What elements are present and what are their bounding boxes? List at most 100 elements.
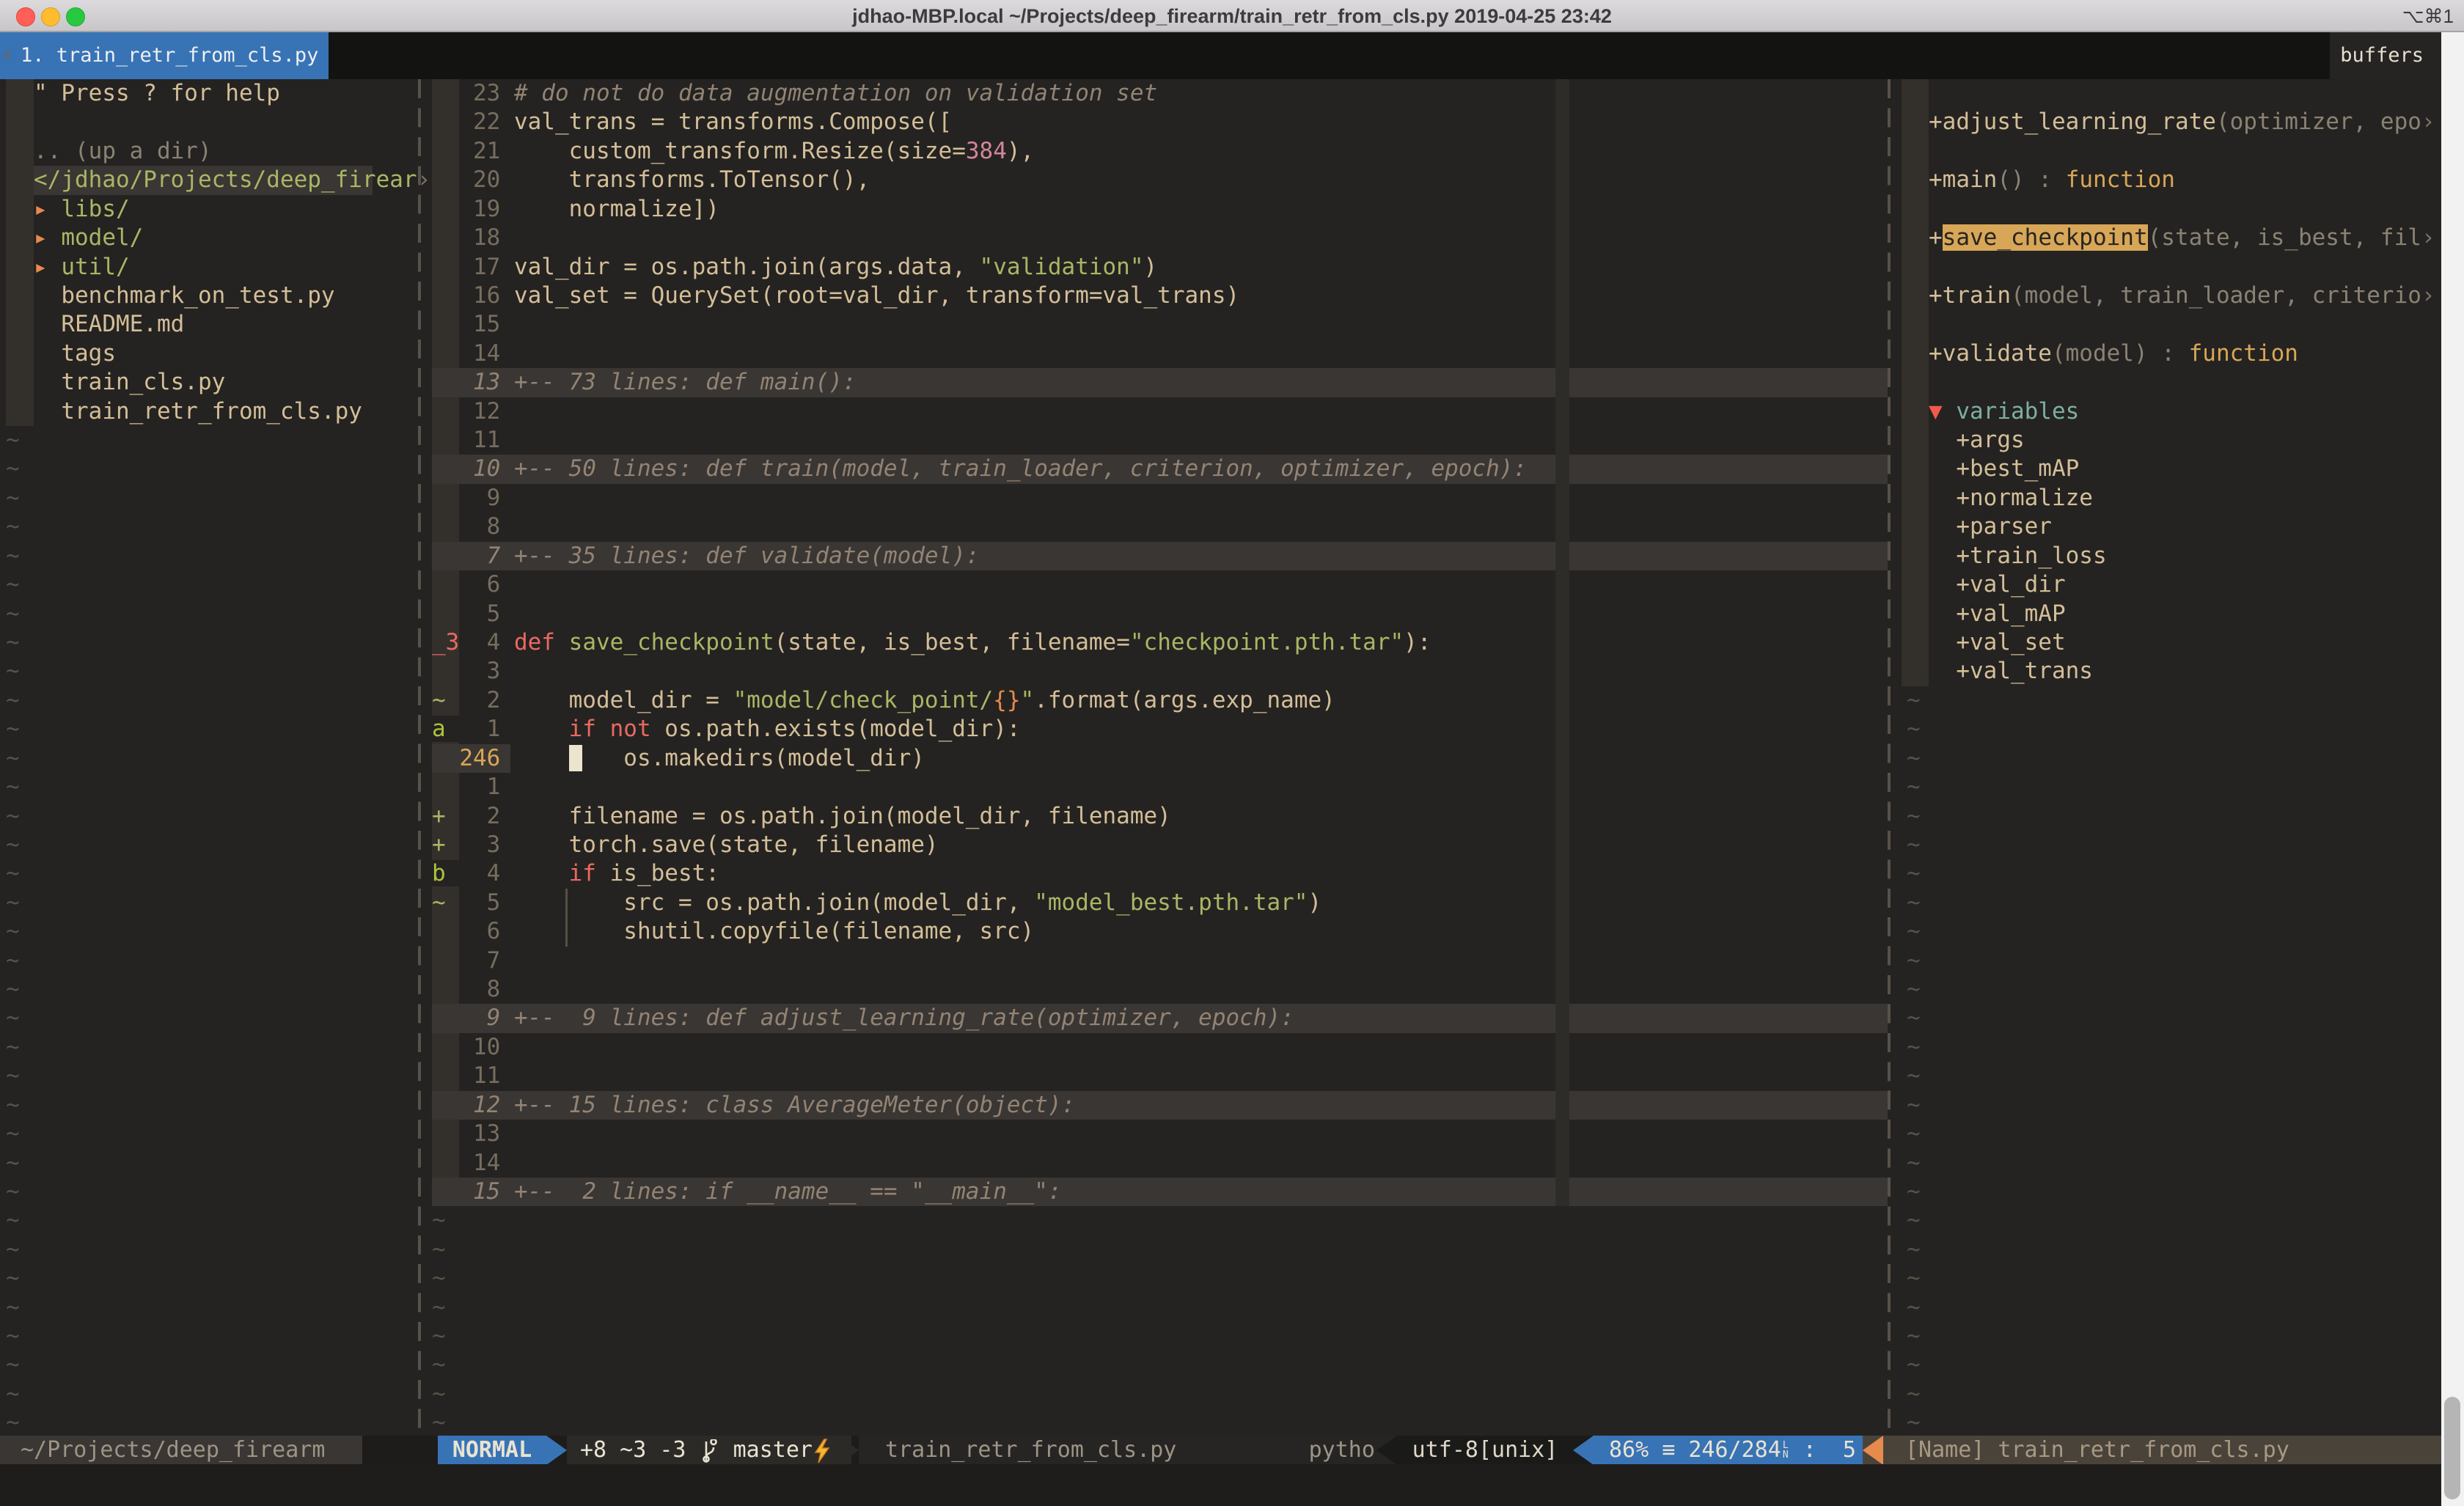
tag-variable[interactable]: +val_trans [1929, 657, 2093, 686]
window-separator[interactable] [1888, 79, 1891, 1436]
empty-buffer-line: ~ [432, 1235, 446, 1264]
line-number: 6 [459, 571, 514, 598]
code-line[interactable]: 14 [432, 339, 514, 368]
code-line[interactable]: 16 val_set = QuerySet(root=val_dir, tran… [432, 282, 1239, 310]
code-line[interactable]: + 3 torch.save(state, filename) [432, 831, 939, 859]
gutter-sign-empty [432, 485, 459, 511]
tree-dir-util[interactable]: ▸ util/ [34, 253, 130, 282]
tag-function[interactable]: +main() : function [1929, 166, 2175, 194]
code-line[interactable]: 9 +-- 9 lines: def adjust_learning_rate(… [432, 1004, 1888, 1032]
code-line[interactable]: 1 [432, 773, 514, 801]
powerline-separator-icon [1376, 1436, 1397, 1465]
tree-row[interactable]: .. (up a dir) [34, 137, 212, 166]
tag-variable[interactable]: +normalize [1929, 484, 2093, 513]
code-line[interactable]: ~ 5 src = os.path.join(model_dir, "model… [432, 889, 1321, 917]
code-line[interactable]: 6 [432, 570, 514, 599]
tag-variable[interactable]: +val_mAP [1929, 600, 2066, 628]
code-line[interactable]: ~ 2 model_dir = "model/check_point/{}".f… [432, 686, 1335, 715]
tag-variable[interactable]: +parser [1929, 513, 2052, 541]
code-line[interactable]: 19 normalize]) [432, 195, 719, 224]
code-line[interactable]: 6 shutil.copyfile(filename, src) [432, 917, 1034, 946]
tree-file[interactable]: train_retr_from_cls.py [34, 397, 362, 426]
code-line[interactable]: 9 [432, 484, 514, 513]
code-line[interactable]: _3 4 def save_checkpoint(state, is_best,… [432, 628, 1431, 657]
scrollbar-track[interactable] [2441, 32, 2464, 1506]
statusline-filename[interactable]: train_retr_from_cls.pypython [859, 1436, 1403, 1464]
code-line[interactable]: 14 [432, 1149, 514, 1178]
command-line[interactable] [0, 1464, 2464, 1506]
statusline-tagbar[interactable]: [Name] train_retr_from_cls.py [1883, 1436, 2464, 1464]
code-line[interactable]: 7 +-- 35 lines: def validate(model): [432, 542, 1888, 570]
empty-buffer-line: ~ [6, 744, 20, 773]
code-line[interactable]: 17 val_dir = os.path.join(args.data, "va… [432, 253, 1157, 282]
gutter-sign-empty [432, 513, 459, 540]
code-line[interactable]: 13 [432, 1120, 514, 1148]
tag-variable[interactable]: +train_loss [1929, 542, 2107, 570]
tagbar-window[interactable]: +adjust_learning_rate(optimizer, epo› +ma… [1929, 79, 2442, 1436]
tree-file[interactable]: tags [34, 339, 116, 368]
tree-file[interactable]: train_cls.py [34, 368, 225, 397]
tag-variable[interactable]: +val_dir [1929, 570, 2066, 599]
code-line[interactable]: 10 [432, 1033, 514, 1062]
tree-file[interactable]: benchmark_on_test.py [34, 282, 335, 310]
empty-buffer-line: ~ [1907, 1062, 1921, 1090]
line-number: 4 [459, 860, 514, 886]
tag-kind-variables[interactable]: ▼ variables [1929, 397, 2079, 426]
tree-file[interactable]: README.md [34, 310, 184, 339]
tag-variable[interactable]: +args [1929, 426, 2025, 455]
code-line[interactable]: 3 [432, 657, 514, 686]
statusline-encoding[interactable]: utf-8[unix] [1397, 1436, 1573, 1464]
code-line[interactable]: 15 +-- 2 lines: if __name__ == "__main__… [432, 1178, 1888, 1206]
code-line[interactable]: 18 [432, 224, 514, 252]
tree-row[interactable]: " Press ? for help [34, 79, 280, 108]
cursor-line[interactable]: 246 os.makedirs(model_dir) [432, 744, 925, 773]
empty-buffer-line: ~ [6, 1235, 20, 1264]
window-separator[interactable] [418, 79, 421, 1436]
powerline-separator-icon [1573, 1436, 1594, 1465]
empty-buffer-line: ~ [1907, 686, 1921, 715]
tree-root[interactable]: </jdhao/Projects/deep_firear› [34, 166, 430, 194]
tag-function[interactable]: +adjust_learning_rate(optimizer, epo› [1929, 108, 2435, 136]
code-line[interactable]: 8 [432, 513, 514, 541]
tag-variable[interactable]: +best_mAP [1929, 455, 2079, 483]
empty-buffer-line: ~ [1907, 1235, 1921, 1264]
code-line[interactable]: 10 +-- 50 lines: def train(model, train_… [432, 455, 1888, 483]
code-line[interactable]: 22 val_trans = transforms.Compose([ [432, 108, 952, 136]
code-line[interactable]: 5 [432, 600, 514, 628]
tag-function-highlighted[interactable]: +save_checkpoint(state, is_best, fil› [1929, 224, 2435, 252]
code-line[interactable]: 23 # do not do data augmentation on vali… [432, 79, 1157, 108]
statusline-position[interactable]: 86% ≡ 246/284LN : 5 [1593, 1436, 1879, 1464]
gutter-sign-empty [432, 455, 459, 482]
code-line[interactable]: 11 [432, 1062, 514, 1090]
empty-buffer-line: ~ [1907, 1091, 1921, 1120]
tab-active[interactable]: 1. train_retr_from_cls.py [0, 32, 329, 79]
code-line[interactable]: 12 +-- 15 lines: class AverageMeter(obje… [432, 1091, 1888, 1120]
tree-dir-model[interactable]: ▸ model/ [34, 224, 143, 252]
code-line[interactable]: 8 [432, 975, 514, 1004]
code-line[interactable]: 15 [432, 310, 514, 339]
code-line[interactable]: b 4 if is_best: [432, 859, 719, 888]
empty-buffer-line: ~ [1907, 1033, 1921, 1062]
code-line[interactable]: + 2 filename = os.path.join(model_dir, f… [432, 802, 1171, 831]
scrollbar-thumb[interactable] [2444, 1397, 2460, 1499]
nerdtree-window[interactable]: " Press ? for help.. (up a dir)</jdhao/P… [34, 79, 415, 1436]
statusline-cwd[interactable]: ~/Projects/deep_firearm [0, 1436, 362, 1464]
line-number: 7 [459, 947, 514, 974]
code-line[interactable]: 7 [432, 947, 514, 975]
statusline-mode[interactable]: NORMAL [438, 1436, 546, 1464]
statusline-git[interactable]: +8 ~3 -3 master [567, 1436, 851, 1464]
code-line[interactable]: 21 custom_transform.Resize(size=384), [432, 137, 1034, 166]
gutter-sign-empty [432, 1150, 459, 1176]
gutter-sign-empty [432, 600, 459, 627]
tag-function[interactable]: +train(model, train_loader, criterio› [1929, 282, 2435, 310]
code-line[interactable]: 11 [432, 426, 514, 455]
code-window[interactable]: 23 # do not do data augmentation on vali… [432, 79, 1888, 1436]
code-line[interactable]: 20 transforms.ToTensor(), [432, 166, 870, 194]
tag-function[interactable]: +validate(model) : function [1929, 339, 2298, 368]
titlebar: jdhao-MBP.local ~/Projects/deep_firearm/… [0, 0, 2464, 32]
tree-dir-libs[interactable]: ▸ libs/ [34, 195, 130, 224]
code-line[interactable]: a 1 if not os.path.exists(model_dir): [432, 715, 1021, 743]
tag-variable[interactable]: +val_set [1929, 628, 2066, 657]
code-line[interactable]: 13 +-- 73 lines: def main(): [432, 368, 1888, 397]
code-line[interactable]: 12 [432, 397, 514, 426]
